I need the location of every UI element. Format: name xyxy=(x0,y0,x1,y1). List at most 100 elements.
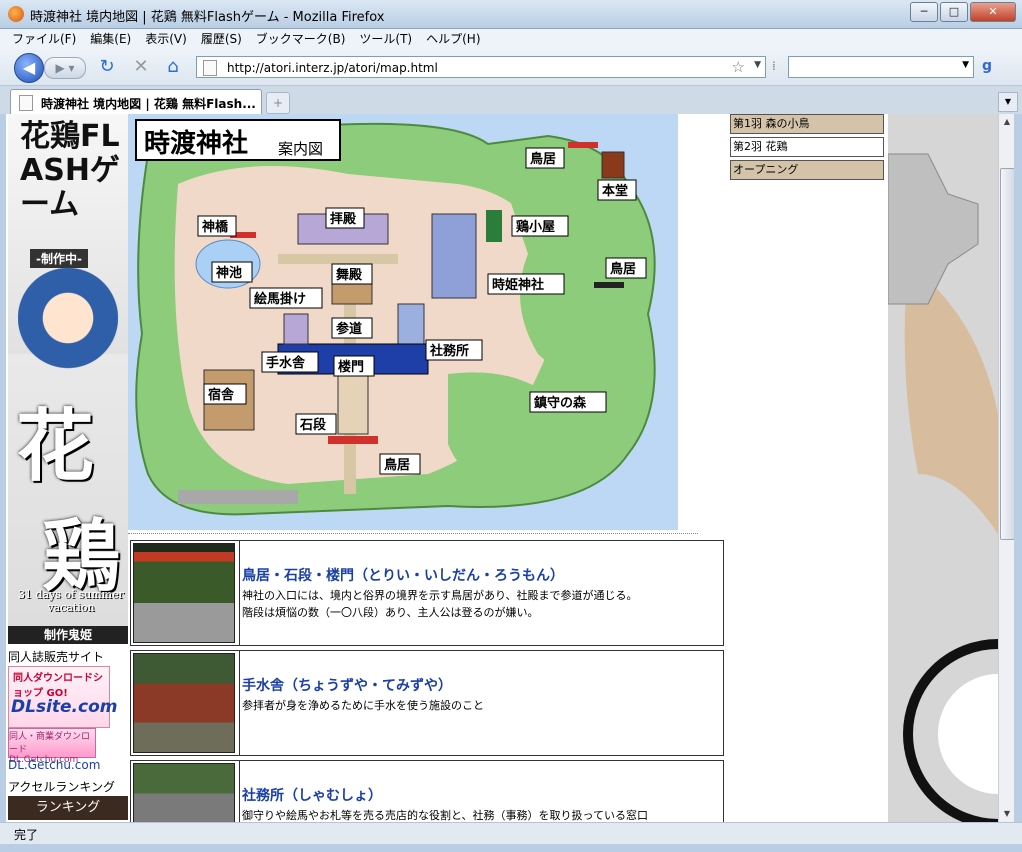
getchu-link[interactable]: DL.Getchu.com xyxy=(8,758,100,772)
map-label-hondo: 本堂 xyxy=(602,183,628,199)
tab-list-button[interactable]: ▼ xyxy=(998,92,1018,112)
scroll-up-arrow-icon[interactable]: ▲ xyxy=(999,114,1015,130)
map-label-shinkyo: 神橋 xyxy=(202,219,229,235)
window-title: 時渡神社 境内地図 | 花鶏 無料Flashゲーム - Mozilla Fire… xyxy=(30,10,385,25)
search-dropdown-icon[interactable]: ▼ xyxy=(962,60,969,70)
map-title: 時渡神社 xyxy=(144,128,248,159)
new-tab-button[interactable]: + xyxy=(266,92,290,114)
shrine-map: 時渡神社 案内図 鳥居 本堂 神橋 拝殿 鶏小屋 神池 舞殿 鳥居 絵馬掛け 時… xyxy=(128,114,678,530)
accel-ranking-label: アクセルランキング xyxy=(8,780,116,794)
map-label-ishidan: 石段 xyxy=(299,417,326,433)
window-controls: ─ □ ✕ xyxy=(910,2,1016,22)
entry-shamusho-line1: 御守りや絵馬やお札等を売る売店的な役割と、社務（事務）を取り扱っている窓口 xyxy=(242,809,649,822)
left-column: 花鶏FLASHゲーム -制作中- 花 鶏 31 days of summer v… xyxy=(6,114,128,822)
map-label-shukusha: 宿舎 xyxy=(208,387,235,403)
window-frame-bottom xyxy=(0,844,1022,852)
map-torii-top-shape xyxy=(568,142,598,148)
map-label-sando: 参道 xyxy=(336,321,362,337)
entry-temizuya-description: 参拝者が身を浄めるために手水を使う施設のこと xyxy=(242,697,484,714)
scrollbar-thumb[interactable] xyxy=(1000,168,1015,540)
chapter-nav-item-opening[interactable]: オープニング xyxy=(730,160,884,180)
scroll-down-arrow-icon[interactable]: ▼ xyxy=(999,806,1015,822)
entry-temizuya-title[interactable]: 手水舎（ちょうずや・てみずや） xyxy=(242,675,452,695)
menu-view[interactable]: 表示(V) xyxy=(145,29,187,49)
entry-shamusho: 社務所（しゃむしょ） 御守りや絵馬やお札等を売る売店的な役割と、社務（事務）を取… xyxy=(130,760,724,822)
minimize-button[interactable]: ─ xyxy=(910,2,938,22)
menu-bookmarks[interactable]: ブックマーク(B) xyxy=(256,29,346,49)
map-label-buden: 舞殿 xyxy=(335,267,363,283)
home-icon[interactable]: ⌂ xyxy=(162,57,184,77)
firefox-icon xyxy=(8,6,24,22)
entry-torii-text: 鳥居・石段・楼門（とりい・いしだん・ろうもん） 神社の入口には、境内と俗界の境界… xyxy=(239,541,724,645)
map-label-haiden: 拝殿 xyxy=(330,211,357,227)
map-divider xyxy=(128,533,698,534)
url-input[interactable] xyxy=(225,58,729,78)
page-content: 花鶏FLASHゲーム -制作中- 花 鶏 31 days of summer v… xyxy=(6,114,998,822)
entry-temizuya-text: 手水舎（ちょうずや・てみずや） 参拝者が身を浄めるために手水を使う施設のこと xyxy=(239,651,724,755)
map-label-romon: 楼門 xyxy=(338,359,364,375)
search-bar[interactable]: ▼ xyxy=(788,56,974,78)
menu-edit[interactable]: 編集(E) xyxy=(90,29,131,49)
bookmark-star-icon[interactable]: ☆ xyxy=(732,58,745,76)
back-button[interactable]: ◀ xyxy=(14,53,44,83)
entry-torii-photo xyxy=(133,543,235,643)
vertical-scrollbar[interactable]: ▲ ▼ xyxy=(998,114,1015,822)
map-tokihime-building xyxy=(431,213,477,299)
map-label-torii-right: 鳥居 xyxy=(610,261,636,277)
map-label-temizuya: 手水舎 xyxy=(266,355,306,371)
menu-file[interactable]: ファイル(F) xyxy=(12,29,76,49)
decorative-background xyxy=(888,114,998,822)
menu-history[interactable]: 履歴(S) xyxy=(201,29,242,49)
url-dropdown-icon[interactable]: ▼ xyxy=(754,60,761,70)
search-separator-icon: ⁞ xyxy=(772,59,776,73)
entry-temizuya-line1: 参拝者が身を浄めるために手水を使う施設のこと xyxy=(242,699,484,712)
map-torii-bottom-shape xyxy=(328,436,378,444)
map-temizuya-building xyxy=(283,313,309,345)
tab-page-icon xyxy=(19,95,33,111)
dlsite-banner[interactable]: 同人ダウンロードショップ GO! DLsite.com xyxy=(8,666,117,728)
google-search-icon[interactable]: g xyxy=(982,58,998,74)
dlsite-banner-top: 同人ダウンロードショップ GO! xyxy=(13,673,103,699)
window-frame-right xyxy=(1014,114,1022,822)
menu-help[interactable]: ヘルプ(H) xyxy=(426,29,480,49)
entry-temizuya-photo xyxy=(133,653,235,753)
tab-current[interactable]: 時渡神社 境内地図 | 花鶏 無料Flash... xyxy=(10,89,262,114)
chapter-nav-item-2[interactable]: 第2羽 花鶏 xyxy=(730,137,884,157)
map-label-chinju: 鎮守の森 xyxy=(534,395,587,411)
banner-subtitle: 31 days of summer vacation xyxy=(18,588,124,614)
status-text: 完了 xyxy=(14,828,39,842)
entry-torii-title[interactable]: 鳥居・石段・楼門（とりい・いしだん・ろうもん） xyxy=(242,565,564,585)
close-button[interactable]: ✕ xyxy=(970,2,1016,22)
forward-button[interactable]: ▶ ▾ xyxy=(44,57,86,79)
map-label-torii-bottom: 鳥居 xyxy=(384,457,410,473)
map-label-torii-top: 鳥居 xyxy=(530,151,556,167)
chapter-nav-item-1[interactable]: 第1羽 森の小鳥 xyxy=(730,114,884,134)
menu-tools[interactable]: ツール(T) xyxy=(359,29,412,49)
reload-icon[interactable]: ↻ xyxy=(96,57,118,77)
entry-torii-line1: 神社の入口には、境内と俗界の境界を示す鳥居があり、社殿まで参道が通じる。 xyxy=(242,589,638,602)
map-subtitle: 案内図 xyxy=(278,140,323,158)
doujin-sites-label: 同人誌販売サイト xyxy=(8,650,105,664)
stop-icon[interactable]: ✕ xyxy=(130,57,152,77)
entry-torii-description: 神社の入口には、境内と俗界の境界を示す鳥居があり、社殿まで参道が通じる。 階段は煩… xyxy=(242,587,638,621)
getchu-banner[interactable]: 同人・商業ダウンロード DL.Getchu.com xyxy=(8,728,96,765)
maximize-button[interactable]: □ xyxy=(940,2,968,22)
map-hondo-building xyxy=(601,151,625,179)
map-label-shamusho: 社務所 xyxy=(429,343,469,359)
window-titlebar: 時渡神社 境内地図 | 花鶏 無料Flashゲーム - Mozilla Fire… xyxy=(0,0,1022,29)
map-wall xyxy=(178,490,298,504)
entry-temizuya: 手水舎（ちょうずや・てみずや） 参拝者が身を浄めるために手水を使う施設のこと xyxy=(130,650,724,756)
ranking-button[interactable]: ランキング xyxy=(8,796,128,820)
banner-big-char-1: 花 xyxy=(16,401,95,492)
game-banner[interactable]: 花鶏FLASHゲーム -制作中- 花 鶏 31 days of summer v… xyxy=(8,114,128,644)
tab-label: 時渡神社 境内地図 | 花鶏 無料Flash... xyxy=(41,97,256,111)
entry-shamusho-title[interactable]: 社務所（しゃむしょ） xyxy=(242,785,382,805)
map-torii-right-shape xyxy=(594,282,624,288)
page-icon xyxy=(203,60,217,76)
navigation-toolbar: ◀ ▶ ▾ ↻ ✕ ⌂ ☆ ▼ ⁞ ▼ g xyxy=(0,49,1022,86)
dlsite-logo: DLsite.com xyxy=(11,697,118,717)
url-bar[interactable]: ☆ ▼ xyxy=(196,56,766,78)
map-label-tokihime: 時姫神社 xyxy=(492,277,544,293)
tab-bar: 時渡神社 境内地図 | 花鶏 無料Flash... + ▼ xyxy=(0,86,1022,115)
map-path-1 xyxy=(278,254,398,264)
